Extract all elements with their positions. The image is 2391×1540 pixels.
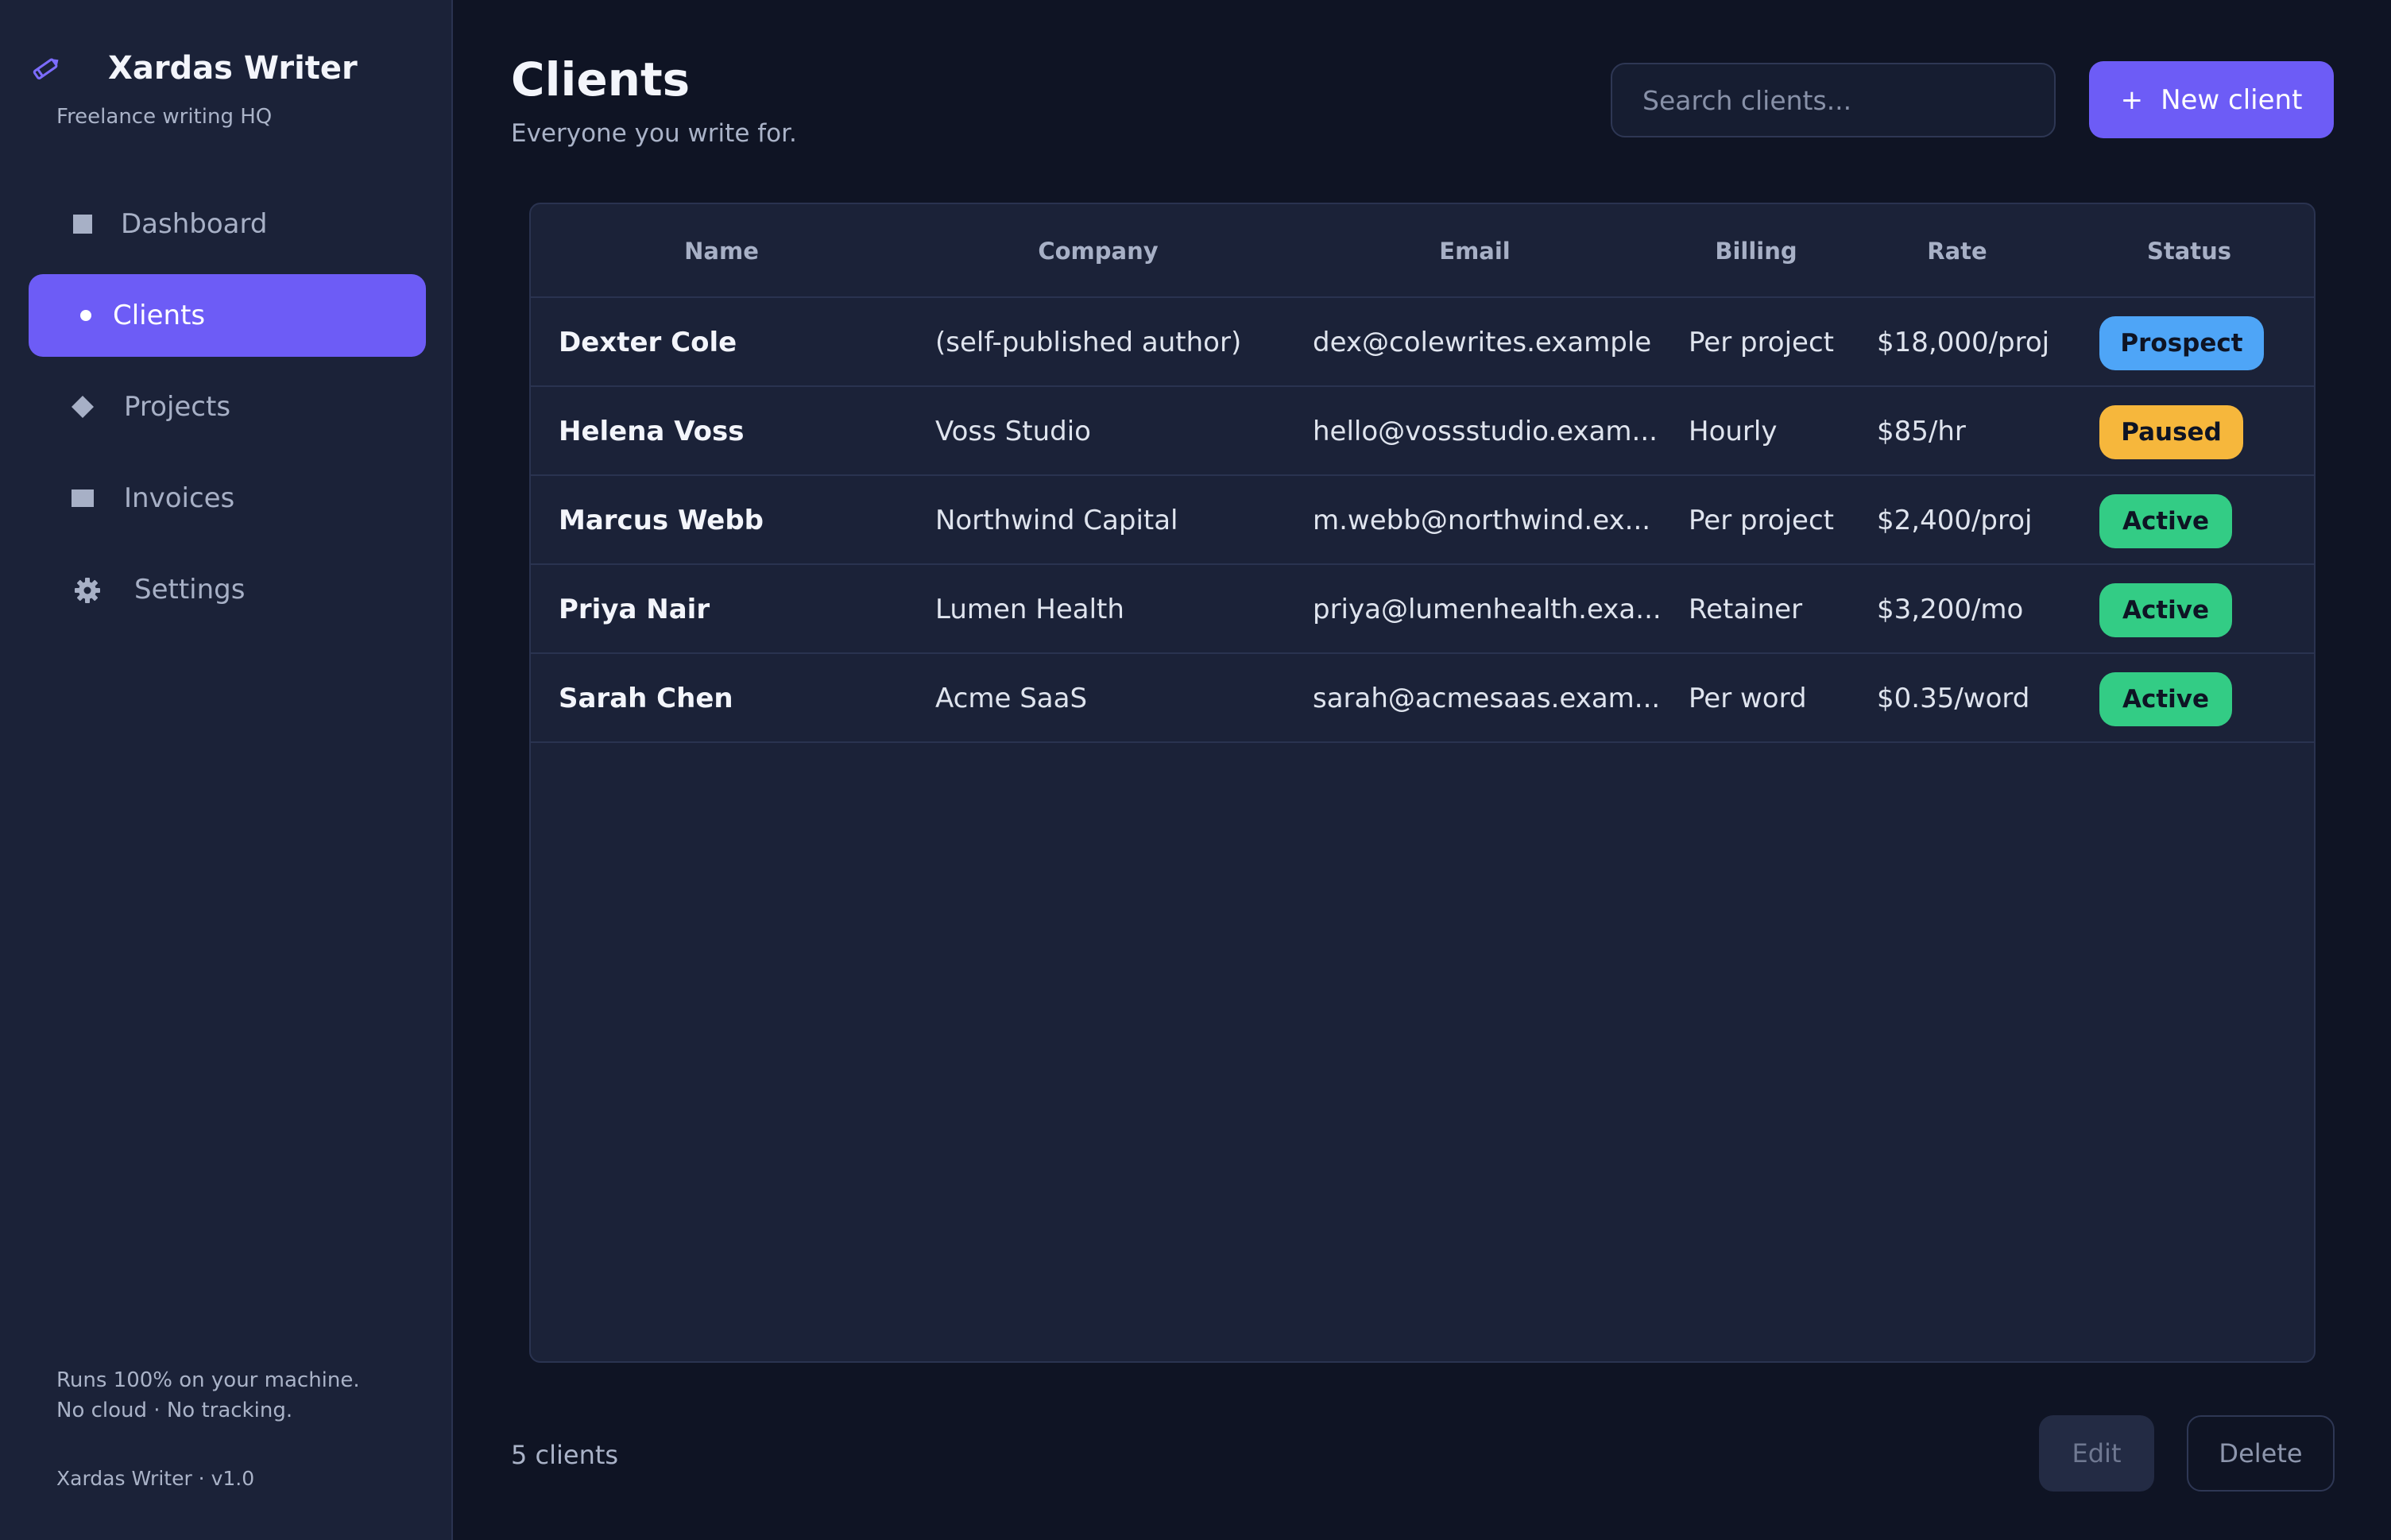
client-count: 5 clients [511,1440,619,1470]
column-header-rate[interactable]: Rate [1927,238,1987,265]
column-header-name[interactable]: Name [684,238,759,265]
sidebar-item-invoices[interactable]: Invoices [29,457,426,540]
client-email: hello@vossstudio.exam... [1313,416,1658,447]
status-badge: Active [2099,494,2232,548]
client-rate: $85/hr [1877,416,1966,447]
client-name: Helena Voss [559,416,745,447]
table-row[interactable]: Dexter Cole (self-published author) dex@… [531,298,2314,387]
new-client-button[interactable]: + New client [2089,61,2334,138]
column-header-status[interactable]: Status [2147,238,2231,265]
app-name: Xardas Writer [108,50,358,87]
sidebar-item-dashboard[interactable]: Dashboard [29,183,426,265]
client-rate: $0.35/word [1877,683,2030,714]
square-icon [72,213,94,235]
client-billing: Per word [1689,683,1807,714]
status-badge: Active [2099,672,2232,726]
sidebar-item-projects[interactable]: Projects [29,366,426,448]
client-rate: $3,200/mo [1877,594,2024,625]
client-email: m.webb@northwind.ex... [1313,505,1651,536]
table-row[interactable]: Priya Nair Lumen Health priya@lumenhealt… [531,565,2314,654]
client-billing: Hourly [1689,416,1778,447]
column-header-email[interactable]: Email [1439,238,1510,265]
client-company: Northwind Capital [935,505,1178,536]
sidebar-item-clients[interactable]: Clients [29,274,426,357]
dot-icon [75,304,97,327]
sidebar-item-label: Projects [124,391,231,423]
column-header-billing[interactable]: Billing [1715,238,1797,265]
client-billing: Per project [1689,327,1834,358]
sidebar-item-label: Settings [134,574,246,606]
client-billing: Per project [1689,505,1834,536]
column-header-company[interactable]: Company [1038,238,1158,265]
privacy-note-line-2: No cloud · No tracking. [56,1399,293,1422]
sidebar-item-label: Dashboard [121,208,268,240]
brand: Xardas Writer [29,44,358,92]
sidebar: Xardas Writer Freelance writing HQ Dashb… [0,0,453,1540]
client-email: dex@colewrites.example [1313,327,1652,358]
edit-button[interactable]: Edit [2039,1415,2154,1492]
client-name: Priya Nair [559,594,710,625]
privacy-note-line-1: Runs 100% on your machine. [56,1368,360,1392]
client-rate: $2,400/proj [1877,505,2033,536]
table-row[interactable]: Helena Voss Voss Studio hello@vossstudio… [531,387,2314,476]
status-badge: Paused [2099,405,2243,459]
plus-icon: + [2120,83,2144,116]
sidebar-item-settings[interactable]: Settings [29,548,426,631]
sidebar-item-label: Clients [113,300,206,331]
table-row[interactable]: Marcus Webb Northwind Capital m.webb@nor… [531,476,2314,565]
status-badge: Active [2099,583,2232,637]
sidebar-nav: Dashboard Clients Projects Invoices Sett… [29,183,426,640]
delete-button[interactable]: Delete [2187,1415,2335,1492]
client-email: priya@lumenhealth.exa... [1313,594,1662,625]
client-billing: Retainer [1689,594,1803,625]
page-title: Clients [511,52,691,106]
version-label: Xardas Writer · v1.0 [56,1467,255,1490]
table-header: Name Company Email Billing Rate Status [531,204,2314,298]
page-subtitle: Everyone you write for. [511,119,797,148]
new-client-label: New client [2161,83,2303,116]
diamond-icon [72,396,94,418]
gear-icon [74,577,101,604]
client-rate: $18,000/proj [1877,327,2050,358]
client-email: sarah@acmesaas.exam... [1313,683,1661,714]
privacy-note: Runs 100% on your machine. No cloud · No… [56,1365,360,1426]
clients-table: Name Company Email Billing Rate Status D… [529,203,2316,1363]
table-row[interactable]: Sarah Chen Acme SaaS sarah@acmesaas.exam… [531,654,2314,743]
client-name: Dexter Cole [559,327,737,358]
status-badge: Prospect [2099,316,2264,370]
client-company: (self-published author) [935,327,1242,358]
client-company: Acme SaaS [935,683,1088,714]
client-company: Voss Studio [935,416,1091,447]
client-company: Lumen Health [935,594,1124,625]
pencil-icon [29,50,65,87]
rectangle-icon [72,487,94,509]
client-name: Marcus Webb [559,505,764,536]
app-tagline: Freelance writing HQ [56,105,273,129]
sidebar-item-label: Invoices [124,482,235,514]
search-input[interactable] [1611,63,2056,137]
client-name: Sarah Chen [559,683,733,714]
